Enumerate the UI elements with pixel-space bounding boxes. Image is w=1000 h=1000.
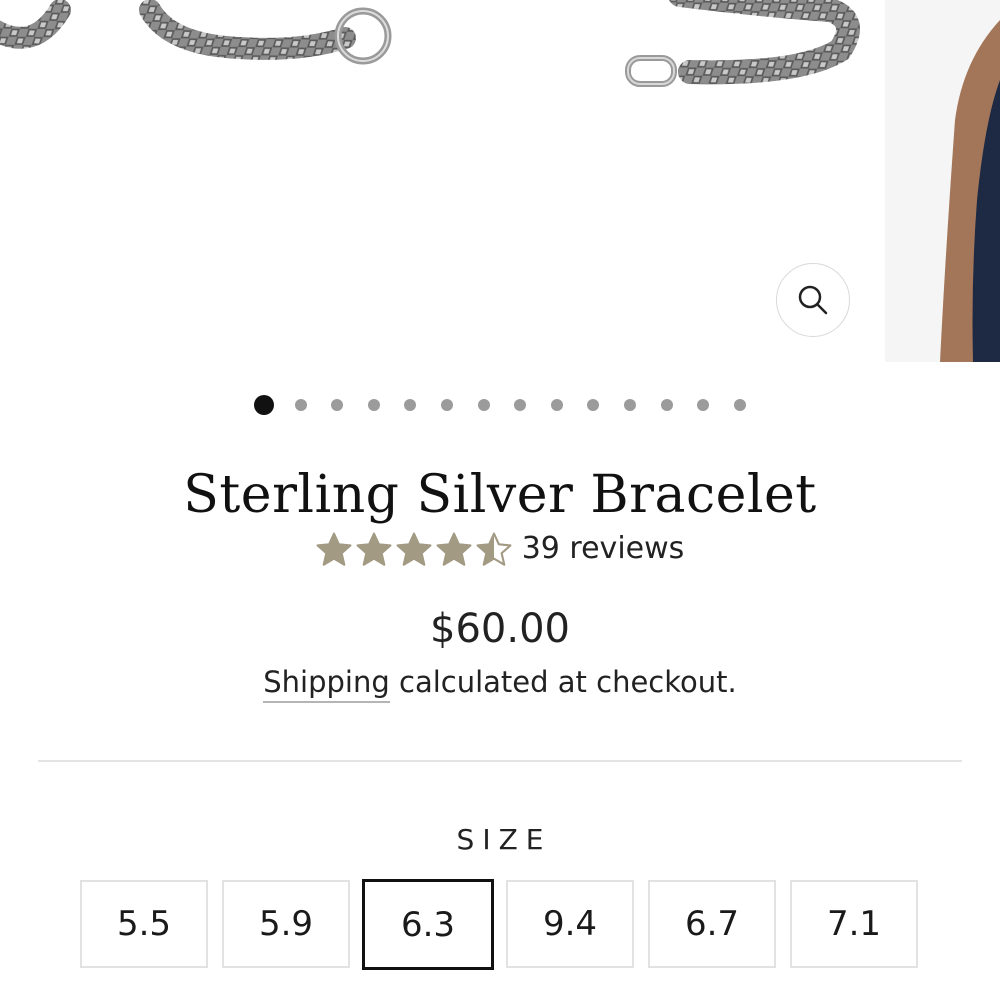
pagination-dot[interactable] [624, 399, 636, 411]
pagination-dot[interactable] [733, 399, 746, 411]
product-page: Sterling Silver Bracelet 39 reviews $60.… [0, 0, 1000, 1000]
pagination-dot[interactable] [660, 399, 673, 411]
size-option[interactable]: 9.4 [506, 880, 634, 968]
pagination-dot[interactable] [514, 399, 527, 411]
next-product-image[interactable] [885, 0, 1000, 362]
product-image[interactable] [0, 0, 885, 362]
product-title: Sterling Silver Bracelet [183, 465, 817, 525]
product-rating[interactable]: 39 reviews [0, 527, 1000, 571]
bracelet-photo [0, 0, 860, 87]
pagination-dot[interactable] [477, 399, 490, 411]
size-label: SIZE [456, 823, 552, 856]
shipping-link[interactable]: Shipping [263, 665, 390, 703]
star-full-icon [316, 532, 352, 566]
pagination-dot-active[interactable] [254, 395, 274, 415]
pagination-dot[interactable] [294, 399, 307, 411]
size-options: 5.5 5.9 6.3 9.4 6.7 7.1 [80, 879, 920, 972]
shipping-text: calculated at checkout. [389, 665, 737, 699]
product-image-gallery[interactable] [0, 0, 1000, 362]
pagination-dot[interactable] [367, 399, 380, 411]
section-divider [38, 760, 962, 762]
product-price: $60.00 [430, 606, 570, 652]
size-option[interactable]: 6.7 [648, 880, 776, 968]
size-option[interactable]: 5.9 [222, 880, 350, 968]
star-full-icon [436, 532, 472, 566]
star-full-icon [396, 532, 432, 566]
zoom-button[interactable] [776, 263, 850, 337]
search-icon [798, 285, 828, 315]
pagination-dot[interactable] [441, 399, 453, 411]
pagination-dot[interactable] [550, 399, 563, 411]
shipping-note: Shipping calculated at checkout. [0, 660, 1000, 704]
pagination-dot[interactable] [697, 399, 710, 411]
pagination-dot[interactable] [404, 399, 417, 411]
reviews-count[interactable]: 39 reviews [522, 527, 685, 571]
size-option[interactable]: 7.1 [790, 880, 918, 968]
pagination-dot[interactable] [331, 399, 344, 411]
model-photo [885, 0, 1000, 362]
star-full-icon [356, 532, 392, 566]
star-half-icon [476, 532, 512, 566]
pagination-dot[interactable] [587, 399, 600, 411]
gallery-pagination [0, 392, 1000, 418]
rating-stars [316, 532, 512, 566]
size-option[interactable]: 5.5 [80, 880, 208, 968]
size-option-selected[interactable]: 6.3 [362, 879, 494, 970]
